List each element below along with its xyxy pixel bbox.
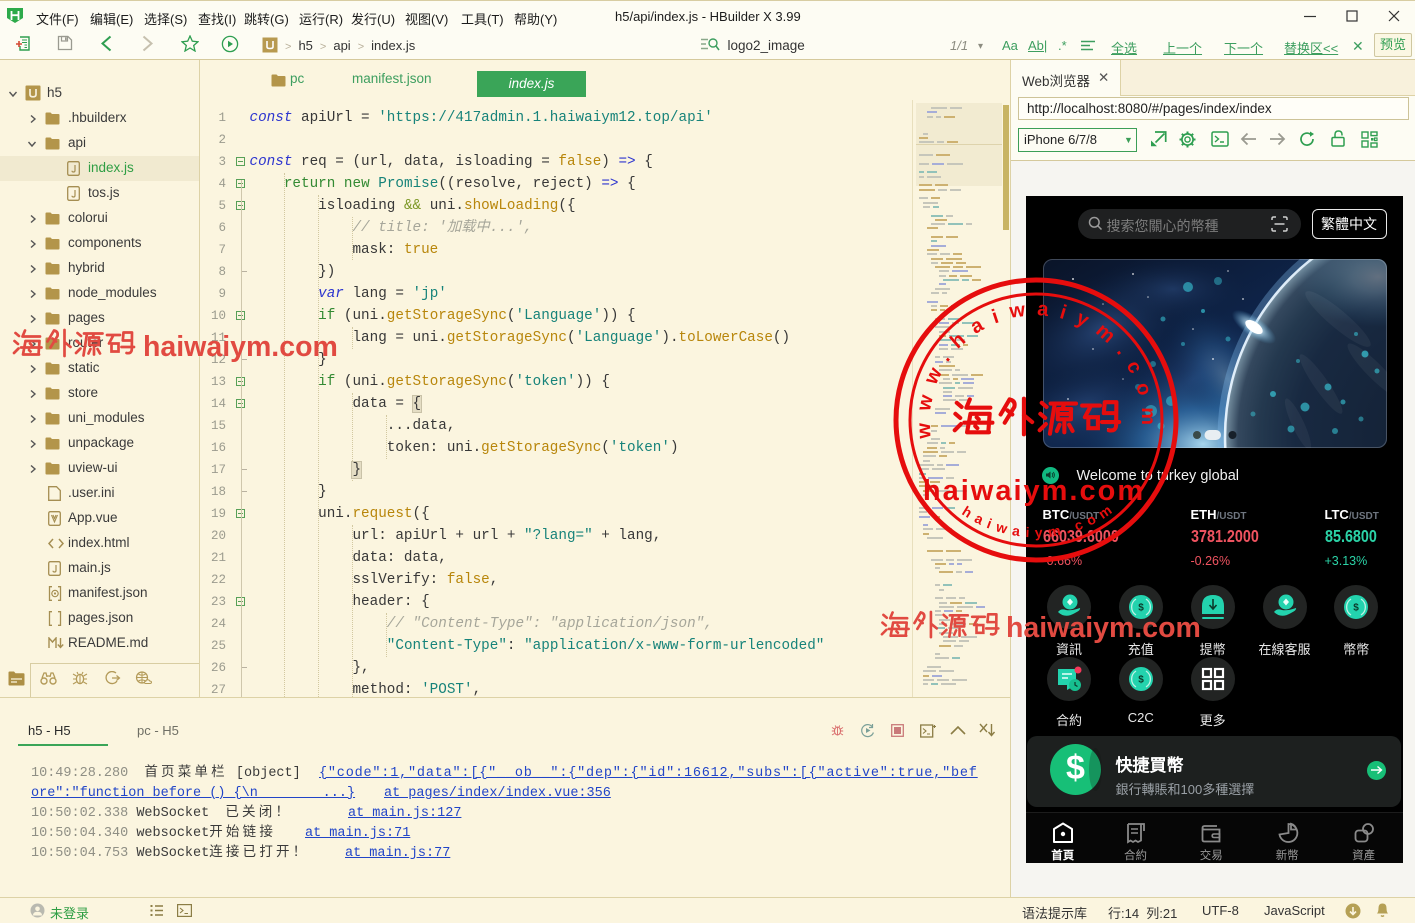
svg-text:haiwaiym.com: haiwaiym.com — [1006, 612, 1201, 644]
svg-text:$: $ — [1354, 602, 1360, 613]
svg-text:$: $ — [1138, 675, 1144, 686]
svg-text:www.haiwaiym.com: www.haiwaiym.com — [913, 298, 1159, 440]
svg-text:haiwaiym.com: haiwaiym.com — [923, 475, 1145, 507]
svg-text:haiwaiym.com: haiwaiym.com — [143, 331, 338, 363]
